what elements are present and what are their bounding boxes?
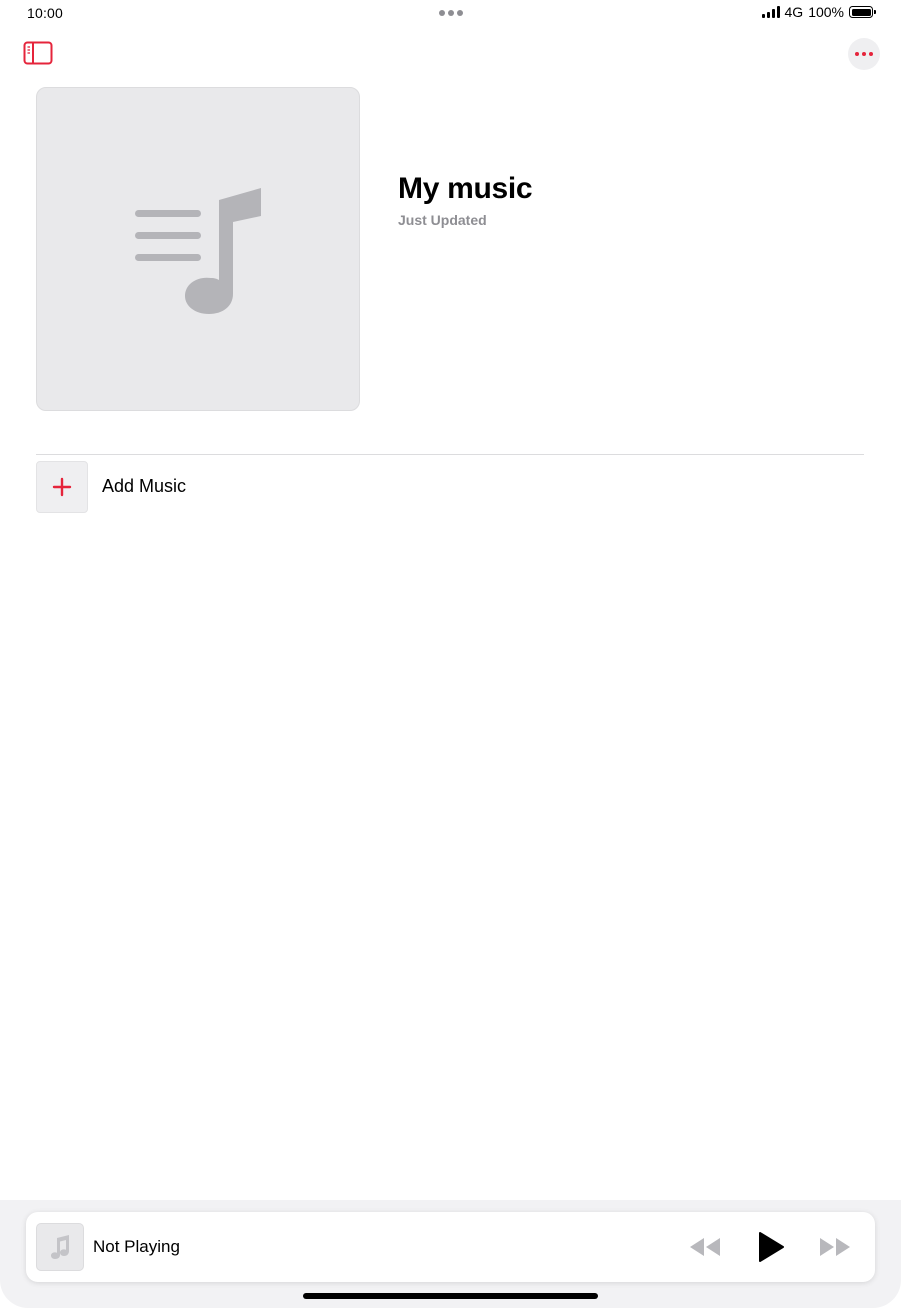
add-music-button[interactable]: Add Music [36, 460, 864, 513]
now-playing-artwork [36, 1223, 84, 1271]
playlist-artwork[interactable] [36, 87, 360, 411]
cellular-signal-icon [761, 6, 780, 18]
music-note-icon [51, 1235, 69, 1259]
playlist-title: My music [398, 172, 533, 205]
sidebar-toggle-icon [23, 41, 53, 65]
status-time: 10:00 [27, 5, 64, 21]
battery-percent: 100% [808, 4, 844, 20]
network-type: 4G [784, 4, 804, 20]
home-indicator[interactable] [303, 1293, 598, 1299]
mini-player[interactable]: Not Playing [26, 1212, 875, 1282]
play-icon [759, 1232, 784, 1262]
rewind-button[interactable] [688, 1230, 722, 1269]
ellipsis-icon [855, 52, 859, 56]
music-note-list-icon [135, 188, 261, 314]
plus-icon [52, 477, 72, 496]
status-indicators: 4G 100% [761, 4, 876, 20]
music-app-screen: 10:00 4G 100% My music Just Updated Add … [0, 0, 901, 1308]
now-playing-title: Not Playing [93, 1237, 180, 1256]
more-options-button[interactable] [848, 38, 880, 70]
play-button[interactable] [757, 1230, 785, 1269]
multitasking-dots-icon[interactable] [439, 10, 463, 16]
add-music-icon-box [36, 460, 88, 513]
fast-forward-button[interactable] [818, 1230, 852, 1269]
divider [36, 454, 864, 455]
fast-forward-icon [820, 1238, 850, 1256]
rewind-icon [690, 1238, 720, 1256]
add-music-label: Add Music [102, 476, 187, 496]
sidebar-toggle-button[interactable] [23, 41, 53, 65]
battery-icon [849, 6, 876, 18]
playlist-updated-status: Just Updated [398, 212, 487, 228]
